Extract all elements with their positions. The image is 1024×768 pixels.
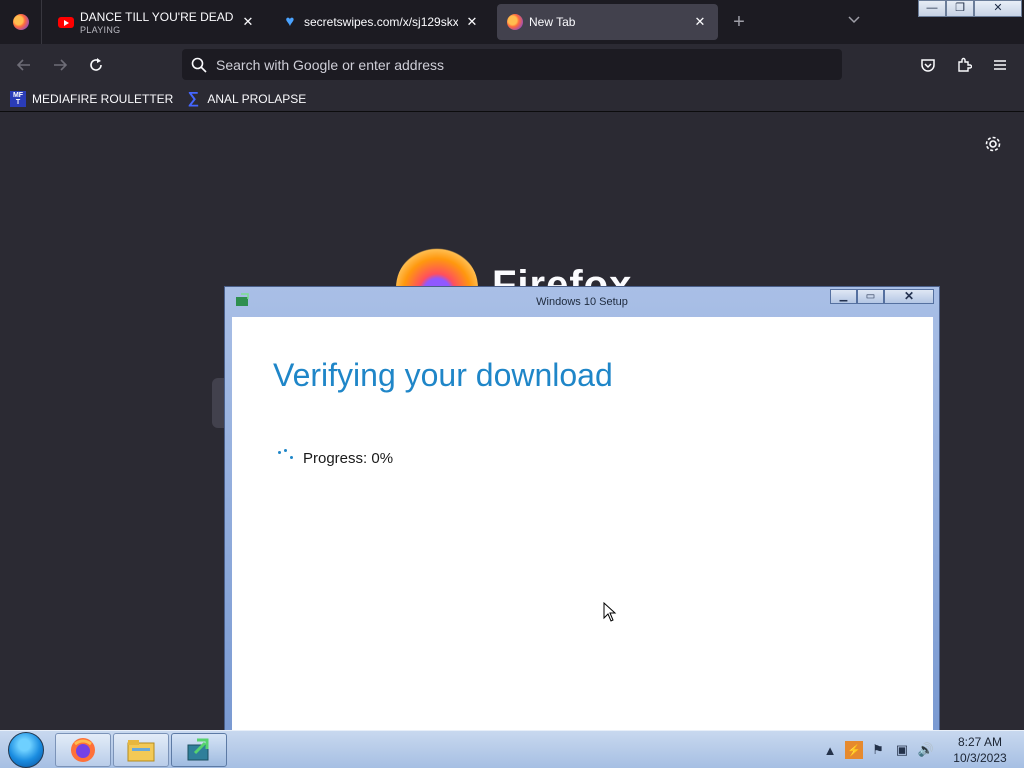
tab-title: secretswipes.com/x/sj129skxg/ [304,15,458,29]
tab-close-icon[interactable]: ✕ [464,14,480,30]
minimize-button[interactable]: — [918,0,946,17]
forward-arrow-icon [54,59,68,71]
taskbar-firefox[interactable] [55,733,111,767]
action-center-flag-icon[interactable]: ⚑ [869,741,887,759]
clock-date: 10/3/2023 [953,751,1007,765]
tab-title: New Tab [529,15,576,29]
clock[interactable]: 8:27 AM 10/3/2023 [944,734,1016,766]
tab-playing-label: PLAYING [80,24,121,35]
firefox-icon [12,14,29,30]
firefox-view-button[interactable] [0,0,42,44]
reload-button[interactable] [84,53,108,77]
window-controls: — ❐ ✕ [918,0,1022,18]
taskbar-file-explorer[interactable] [113,733,169,767]
nav-bar [0,44,1024,86]
extensions-button[interactable] [952,53,976,77]
file-explorer-icon [127,740,155,762]
setup-titlebar[interactable]: Windows 10 Setup ▁ ▭ ✕ [225,287,939,318]
bookmark-anal-prolapse[interactable]: ∑ ANAL PROLAPSE [185,89,307,107]
setup-heading: Verifying your download [273,357,613,393]
close-button[interactable]: ✕ [974,0,1022,17]
windows-setup-icon [187,738,209,761]
tab-close-icon[interactable]: ✕ [692,14,708,30]
mediafire-icon: MF T [10,90,26,107]
setup-close-button[interactable]: ✕ [884,289,934,304]
tab-strip: DANCE TILL YOU'RE DEAD 10 H PLAYING ✕ ♥ … [0,0,1024,44]
windows-orb-icon [8,732,44,768]
mouse-cursor-icon [603,602,617,622]
heart-icon: ♥ [285,13,295,30]
pocket-button[interactable] [916,53,940,77]
gear-icon[interactable] [983,134,1003,154]
bookmark-mediafire[interactable]: MF T MEDIAFIRE ROULETTER [10,90,174,107]
show-hidden-icons-icon[interactable]: ▲ [821,741,839,759]
sigma-icon: ∑ [187,89,200,107]
start-button[interactable] [5,732,47,768]
youtube-icon [58,14,74,30]
chevron-down-icon[interactable] [844,11,864,31]
tab-youtube[interactable]: DANCE TILL YOU'RE DEAD 10 H PLAYING ✕ [48,4,266,40]
windows-setup-window: Windows 10 Setup ▁ ▭ ✕ Verifying your do… [224,286,940,731]
back-button[interactable] [12,53,36,77]
new-tab-button[interactable]: + [728,11,750,33]
forward-button[interactable] [48,53,72,77]
firefox-icon [71,738,95,762]
setup-maximize-button[interactable]: ▭ [857,289,884,304]
app-tray-icon[interactable]: ⚡ [845,741,863,759]
tab-new-tab[interactable]: New Tab ✕ [497,4,718,40]
tab-close-icon[interactable]: ✕ [240,14,256,30]
restore-button[interactable]: ❐ [946,0,974,17]
setup-content: Verifying your download Progress: 0% [232,317,933,731]
pocket-icon [921,59,935,72]
setup-minimize-button[interactable]: ▁ [830,289,857,304]
search-icon [191,57,207,73]
reload-icon [90,58,102,71]
bookmarks-toolbar: MF T MEDIAFIRE ROULETTER ∑ ANAL PROLAPSE [0,86,1024,112]
url-bar[interactable] [182,49,842,80]
taskbar-windows-setup[interactable] [171,733,227,767]
bookmark-label: ANAL PROLAPSE [207,91,307,106]
address-input[interactable] [216,56,842,73]
loading-spinner-icon [276,447,296,463]
back-arrow-icon [16,59,30,71]
hamburger-icon [994,60,1006,70]
puzzle-icon [958,57,972,72]
clock-time: 8:27 AM [957,735,1003,749]
progress-label: Progress: 0% [303,450,394,467]
tab-title: DANCE TILL YOU'RE DEAD 10 H [80,9,234,24]
volume-icon[interactable]: 🔊 [917,741,935,759]
app-menu-button[interactable] [988,53,1012,77]
firefox-icon [507,14,523,30]
network-icon[interactable]: ▣ [893,741,911,759]
taskbar: ▲ ⚡ ⚑ ▣ 🔊 8:27 AM 10/3/2023 [0,730,1024,768]
tab-secretswipes[interactable]: ♥ secretswipes.com/x/sj129skxg/ ✕ [272,4,490,40]
bookmark-label: MEDIAFIRE ROULETTER [32,91,174,106]
system-tray: ▲ ⚡ ⚑ ▣ 🔊 [818,731,938,768]
